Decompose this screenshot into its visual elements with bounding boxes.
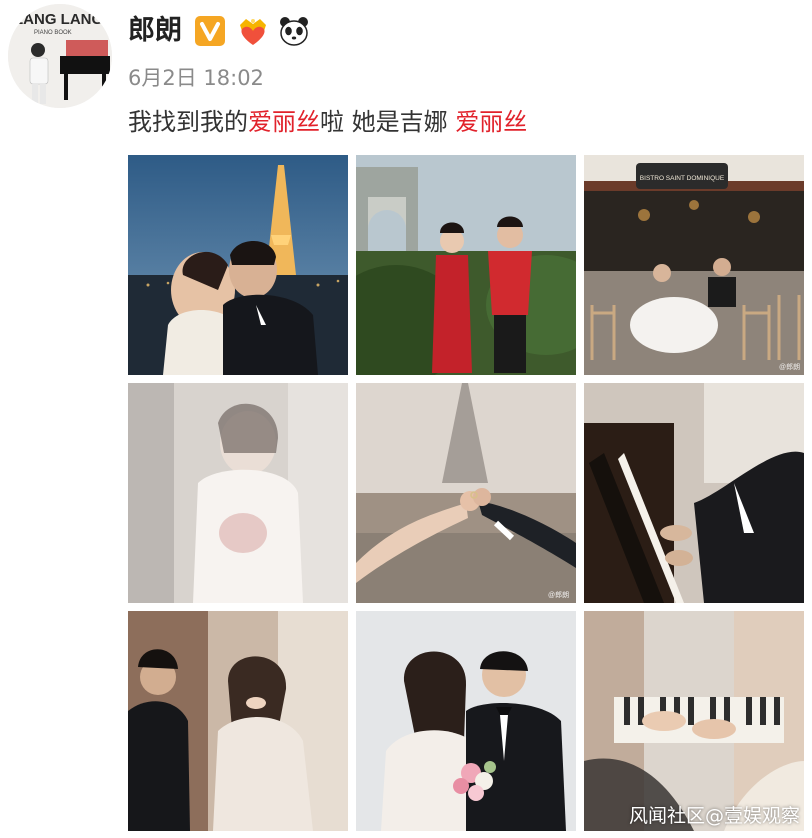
photo-small-watermark: @郎朗 (548, 590, 569, 599)
weibo-post: LANG LANG PIANO BOOK 郎朗 6月2日 18:02 我找到我的… (0, 0, 812, 838)
photo-overlay-text: BISTRO SAINT DOMINIQUE (640, 175, 725, 182)
photo-couple-portrait[interactable] (356, 611, 576, 831)
photo-bistro-cafe[interactable]: BISTRO SAINT DOMINIQUE @郎朗 (584, 155, 804, 375)
photo-piano-hands[interactable] (584, 383, 804, 603)
avatar-image: LANG LANG PIANO BOOK (8, 4, 112, 108)
photo-small-watermark: @郎朗 (779, 362, 800, 371)
photo-bride-laughing[interactable] (128, 611, 348, 831)
site-watermark: 风闻社区@壹娱观察 (628, 805, 800, 827)
avatar-text-line1: LANG LANG (14, 11, 103, 28)
panda-icon[interactable] (278, 15, 310, 47)
highlight-link[interactable]: 爱丽丝 (248, 108, 320, 136)
highlight-link[interactable]: 爱丽丝 (455, 108, 527, 136)
photo-rings-eiffel[interactable]: @郎朗 (356, 383, 576, 603)
photo-eiffel-night-kiss[interactable] (128, 155, 348, 375)
avatar-text-line2: PIANO BOOK (34, 30, 72, 36)
crown-heart-icon[interactable] (236, 15, 268, 47)
avatar[interactable]: LANG LANG PIANO BOOK (8, 4, 112, 108)
username[interactable]: 郎朗 (128, 13, 182, 49)
photo-veil-bride[interactable] (128, 383, 348, 603)
post-text-part: 我找到我的 (128, 108, 248, 136)
post-text-part: 啦 她是吉娜 (320, 108, 456, 136)
post-timestamp[interactable]: 6月2日 18:02 (128, 63, 264, 93)
verified-v-icon[interactable] (194, 15, 226, 47)
photo-grid: BISTRO SAINT DOMINIQUE @郎朗 @郎朗 (128, 155, 804, 831)
photo-piano-keys-blur[interactable] (584, 611, 804, 831)
post-text: 我找到我的爱丽丝啦 她是吉娜 爱丽丝 (128, 104, 527, 140)
photo-arc-red-qipao[interactable] (356, 155, 576, 375)
user-badges (194, 15, 310, 47)
